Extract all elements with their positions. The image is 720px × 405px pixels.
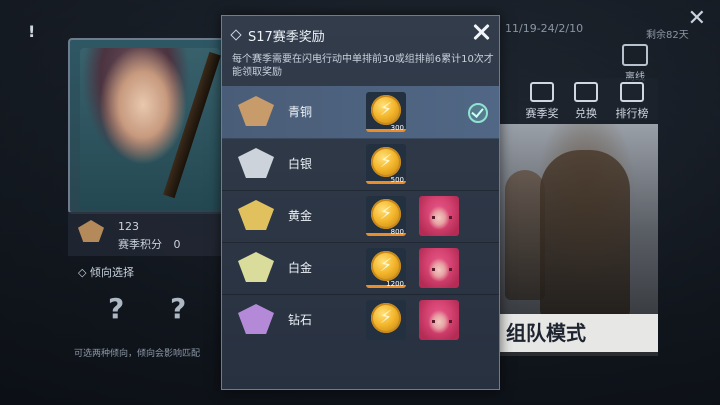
- reward-row-silver[interactable]: 白银 ⚡ 500: [222, 138, 499, 191]
- lightning-coin-icon: ⚡: [371, 95, 401, 125]
- tab-label: 兑换: [575, 107, 597, 120]
- reward-icon: [530, 82, 554, 102]
- reward-row-gold[interactable]: 黄金 ⚡ 800: [222, 190, 499, 243]
- coin-quantity: 1200: [386, 280, 404, 288]
- days-remaining: 剩余82天: [646, 30, 689, 41]
- screen-close-icon[interactable]: ✕: [688, 6, 706, 31]
- team-mode-label[interactable]: 组队模式: [498, 314, 658, 352]
- preference-title: ◇ 倾向选择: [78, 266, 134, 279]
- rank-badge-icon: [78, 220, 104, 242]
- gold-emblem-icon: [238, 200, 274, 230]
- tier-label: 青铜: [288, 105, 313, 119]
- claimed-check-icon: [468, 103, 488, 123]
- coin-reward[interactable]: ⚡ 500: [366, 144, 406, 184]
- coin-reward[interactable]: ⚡: [366, 300, 406, 340]
- preference-slot-1[interactable]: ?: [108, 292, 124, 325]
- dialog-title-text: S17赛季奖励: [248, 30, 325, 45]
- season-rewards-dialog: S17赛季奖励 每个赛季需要在闪电行动中单排前30或组排前6累计10次才能领取奖…: [221, 15, 500, 390]
- tier-label: 白银: [288, 157, 313, 171]
- tab-label: 排行榜: [615, 107, 649, 120]
- preference-slot-2[interactable]: ?: [170, 292, 186, 325]
- avatar-eyes: [432, 216, 452, 219]
- season-points-value: 0: [173, 238, 181, 251]
- avatar-eyes: [432, 268, 452, 271]
- lightning-coin-icon: ⚡: [371, 199, 401, 229]
- platinum-emblem-icon: [238, 252, 274, 282]
- dialog-title: S17赛季奖励: [230, 26, 325, 45]
- coin-reward[interactable]: ⚡ 300: [366, 92, 406, 132]
- coin-reward[interactable]: ⚡ 800: [366, 196, 406, 236]
- tab-exchange[interactable]: 兑换: [566, 82, 606, 121]
- diamond-emblem-icon: [238, 304, 274, 334]
- exclamation-icon[interactable]: !: [28, 22, 36, 41]
- preference-note: 可选两种倾向，倾向会影响匹配: [74, 349, 201, 359]
- silver-emblem-icon: [238, 148, 274, 178]
- avatar-reward[interactable]: [419, 196, 459, 236]
- coin-quantity: 300: [390, 124, 404, 132]
- reward-row-bronze[interactable]: 青铜 ⚡ 300: [222, 86, 499, 139]
- preference-title-text: 倾向选择: [89, 266, 134, 279]
- tab-leaderboard[interactable]: 排行榜: [612, 82, 652, 121]
- close-icon[interactable]: [471, 22, 491, 42]
- reward-list[interactable]: 青铜 ⚡ 300 白银 ⚡ 500 黄金 ⚡ 800 白金 ⚡ 1200 钻石 …: [222, 86, 499, 346]
- reward-row-platinum[interactable]: 白金 ⚡ 1200: [222, 242, 499, 295]
- avatar-reward[interactable]: [419, 300, 459, 340]
- leaderboard-icon: [620, 82, 644, 102]
- rank-number: 123: [118, 220, 139, 233]
- lightning-coin-icon: ⚡: [371, 251, 401, 281]
- season-date-range: 11/19-24/2/10: [505, 22, 584, 35]
- tier-label: 钻石: [288, 313, 313, 327]
- offline-button[interactable]: 离线: [618, 42, 652, 83]
- tier-label: 黄金: [288, 209, 313, 223]
- season-points-label: 赛季积分: [118, 238, 162, 251]
- coin-quantity: 500: [390, 176, 404, 184]
- mode-character: [540, 150, 630, 320]
- coin-quantity: 800: [390, 228, 404, 236]
- avatar-reward[interactable]: [419, 248, 459, 288]
- lightning-coin-icon: ⚡: [371, 147, 401, 177]
- diamond-bullet-icon: [230, 29, 242, 41]
- player-portrait-card[interactable]: [68, 38, 232, 214]
- gift-icon: [622, 44, 648, 66]
- season-points: 赛季积分 0: [118, 236, 181, 252]
- reward-row-diamond[interactable]: 钻石 ⚡: [222, 294, 499, 346]
- exchange-icon: [574, 82, 598, 102]
- avatar-eyes: [432, 320, 452, 323]
- bronze-emblem-icon: [238, 96, 274, 126]
- dialog-description: 每个赛季需要在闪电行动中单排前30或组排前6累计10次才能领取奖励: [232, 54, 494, 78]
- coin-reward[interactable]: ⚡ 1200: [366, 248, 406, 288]
- mode-character-secondary: [505, 170, 545, 300]
- lightning-coin-icon: ⚡: [371, 303, 401, 333]
- tier-label: 白金: [288, 261, 313, 275]
- player-portrait: [80, 48, 220, 210]
